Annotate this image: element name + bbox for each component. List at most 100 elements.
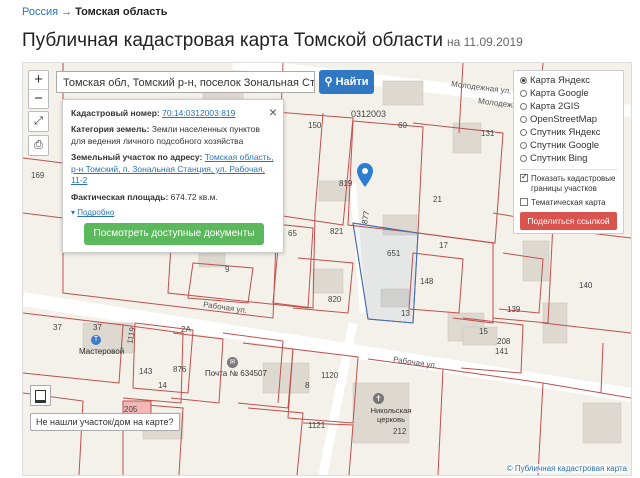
layer-option[interactable]: Спутник Google [520,139,617,152]
cadastral-borders-checkbox[interactable]: Показать кадастровые границы участков [520,172,617,194]
parcel-label: 37 [53,323,62,332]
mail-icon: ✉ [227,357,238,368]
church-icon: ✝ [373,393,384,404]
area-label: Фактическая площадь: [71,191,169,202]
parcel-label: 17 [439,241,448,250]
parcel-label: 1119 [125,326,138,345]
page-title: Публичная кадастровая карта Томской обла… [22,30,523,52]
parcel-label: 37 [93,323,102,332]
layer-option-label: Карта Яндекс [530,75,591,86]
parcel-label: 1121 [308,421,326,430]
not-found-button[interactable]: Не нашли участок/дом на карте? [30,413,180,431]
street-label: Рабочая ул. [392,354,438,371]
layer-option-label: Карта Google [530,88,589,99]
cad-number-row: Кадастровый номер: 70:14:0312003:819 [71,108,275,119]
frame-icon [35,390,46,403]
parcel-label: 143 [139,367,153,376]
parcel-label: 877 [360,210,372,225]
layer-option[interactable]: OpenStreetMap [520,113,617,126]
radio-icon [520,142,527,149]
breadcrumb-current: Томская область [75,6,168,18]
block-label: 0312003 [351,109,387,119]
layers-toggle-button[interactable] [30,385,51,406]
radio-icon [520,90,527,97]
radio-icon [520,129,527,136]
layer-option[interactable]: Карта 2GIS [520,100,617,113]
parcel-label: 60 [398,121,407,130]
chevron-down-icon: ▾ [71,208,76,218]
checkbox-icon [520,198,528,206]
zoom-out-button[interactable]: − [29,90,48,108]
radio-icon [520,155,527,162]
share-link-button[interactable]: Поделиться ссылкой [520,212,617,230]
breadcrumb: Россия → Томская область [22,6,168,18]
area-row: Фактическая площадь: 674.72 кв.м. [71,192,275,203]
divider [520,169,617,170]
poi-label: Мастеровой [79,347,125,356]
layer-option-label: Карта 2GIS [530,101,580,112]
cad-number-link[interactable]: 70:14:0312003:819 [162,108,235,118]
zoom-in-button[interactable]: + [29,71,48,90]
search-button[interactable]: ⚲ Найти [319,70,374,94]
parcel-label: 820 [328,295,342,304]
search-button-label: Найти [335,76,369,88]
page-title-date: на 11.09.2019 [447,35,523,49]
parcel-label: 65 [288,229,297,238]
layer-option[interactable]: Карта Яндекс [520,74,617,87]
radio-icon [520,116,527,123]
print-icon: ⎙ [34,139,43,151]
parcel-label: 139 [507,305,521,314]
shop-icon: T [91,335,101,345]
cadastral-map[interactable]: 0312003 Молодежная ул. Молодежная ул. Ра… [22,62,632,476]
zoom-control: + − [28,70,49,109]
view-documents-button[interactable]: Посмотреть доступные документы [84,223,264,245]
expand-icon: ⤢ [34,115,43,127]
parcel-label: 148 [420,277,434,286]
parcel-label: 1120 [321,371,339,380]
breadcrumb-link-russia[interactable]: Россия [22,6,58,18]
fullscreen-button[interactable]: ⤢ [28,111,49,132]
parcel-info-popup: × Кадастровый номер: 70:14:0312003:819 К… [62,99,284,253]
thematic-map-label: Тематическая карта [531,198,606,207]
map-attribution[interactable]: © Публичная кадастровая карта [506,464,627,473]
parcel-label: 21 [433,195,442,204]
parcel-label: 876 [173,365,187,374]
checkbox-icon [520,172,528,182]
layer-option-label: Спутник Google [530,140,600,151]
parcel-label: 651 [387,249,401,258]
parcel-label: 2А [181,325,191,334]
parcel-label: 14 [158,381,167,390]
address-label: Земельный участок по адресу: [71,152,203,163]
address-search-input[interactable]: Томская обл, Томский р-н, поселок Зональ… [56,71,315,93]
layer-option-label: Спутник Яндекс [530,127,601,138]
more-details-link[interactable]: ▾ Подробно [71,208,275,219]
cadastral-borders-label: Показать кадастровые границы участков [531,174,616,193]
parcel-label: 15 [479,327,488,336]
poi-label: Никольская церковь [370,406,412,424]
parcel-label: 141 [495,347,509,356]
parcel-label: 819 [339,179,353,188]
search-icon: ⚲ [324,76,333,88]
parcel-label: 131 [481,129,495,138]
layer-option[interactable]: Карта Google [520,87,617,100]
location-pin-icon[interactable] [357,163,373,187]
address-row: Земельный участок по адресу: Томская обл… [71,152,275,186]
parcel-label: 208 [497,337,511,346]
print-button[interactable]: ⎙ [28,135,49,156]
parcel-label: 150 [308,121,322,130]
parcel-label: 9 [225,265,230,274]
parcel-label: 169 [31,171,45,180]
street-label: Молодежная ул. [450,79,512,96]
breadcrumb-arrow: → [61,6,73,18]
area-value: 674.72 кв.м. [170,191,218,202]
layer-option[interactable]: Спутник Bing [520,152,617,165]
category-label: Категория земель: [71,124,150,135]
cad-number-label: Кадастровый номер: [71,108,160,118]
parcel-label: 13 [401,309,410,318]
close-icon[interactable]: × [269,103,277,122]
thematic-map-checkbox[interactable]: Тематическая карта [520,198,617,208]
page-title-text: Публичная кадастровая карта Томской обла… [22,30,444,51]
layer-selector: Карта Яндекс Карта Google Карта 2GIS Ope… [513,70,624,234]
street-label: Рабочая ул. [202,299,248,316]
layer-option[interactable]: Спутник Яндекс [520,126,617,139]
